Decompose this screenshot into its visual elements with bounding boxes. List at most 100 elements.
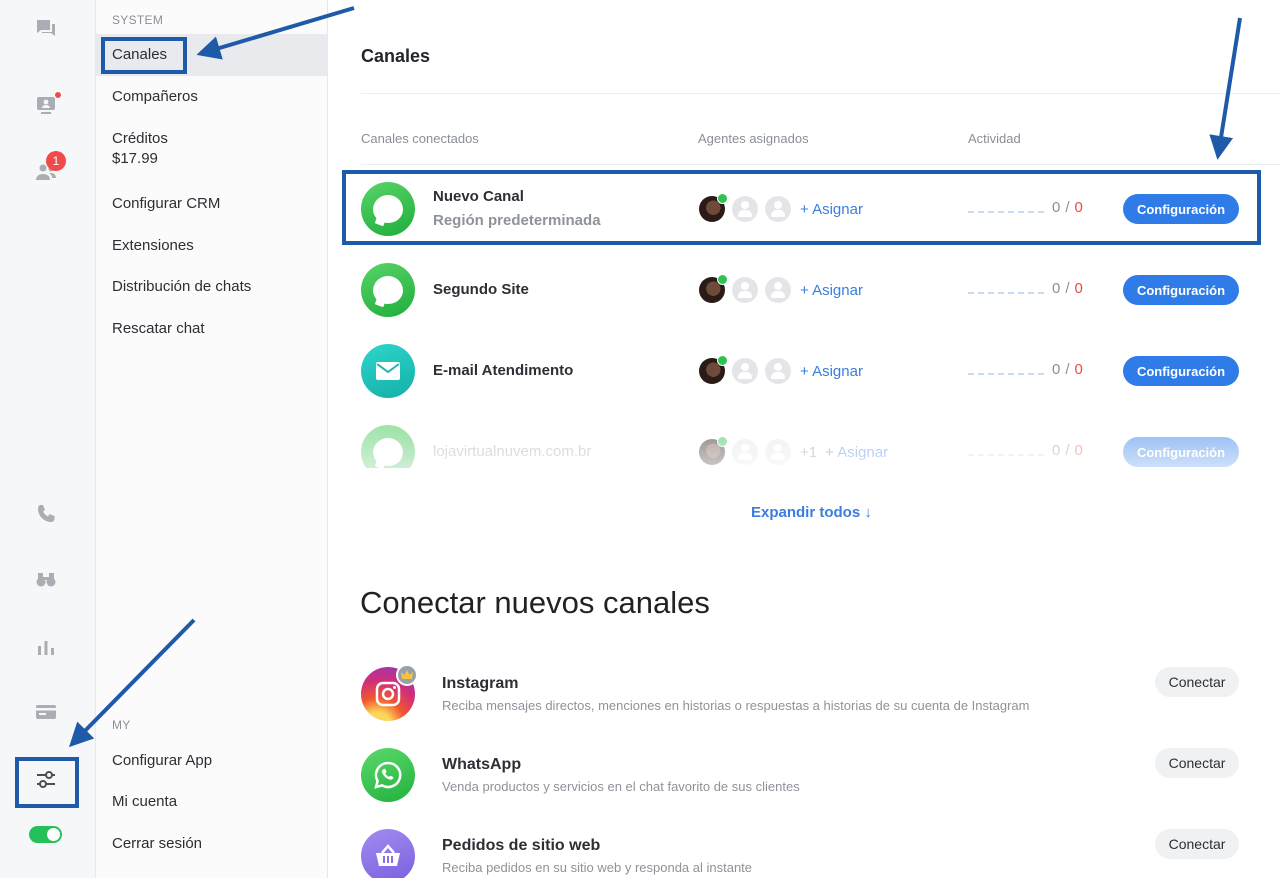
connect-section-title: Conectar nuevos canales — [360, 585, 710, 620]
config-button[interactable]: Configuración — [1123, 356, 1239, 386]
channel-row[interactable]: Segundo Site + Asignar 0 / 0 Configuraci… — [361, 250, 1251, 330]
nav-item-cerrar-sesion[interactable]: Cerrar sesión — [96, 835, 327, 852]
contacts-icon[interactable]: 1 — [32, 151, 66, 186]
connect-name: Instagram — [442, 675, 519, 692]
nav-item-distribucion[interactable]: Distribución de chats — [96, 278, 327, 295]
nav-item-mi-cuenta[interactable]: Mi cuenta — [96, 793, 327, 810]
icon-rail: 1 — [0, 0, 96, 878]
connect-name: WhatsApp — [442, 756, 522, 773]
chats-icon[interactable] — [32, 15, 60, 43]
binoculars-icon[interactable] — [32, 565, 60, 593]
channel-name: E-mail Atendimento — [433, 362, 574, 379]
assigned-agents: + Asignar — [699, 355, 863, 385]
mail-icon — [361, 344, 415, 398]
channel-name: lojavirtualnuvem.com.br — [433, 443, 592, 460]
nav-item-label: Extensiones — [112, 237, 194, 254]
assign-link[interactable]: + Asignar — [800, 363, 863, 380]
phone-icon[interactable] — [32, 500, 60, 528]
online-status-toggle[interactable] — [29, 826, 62, 843]
avatar — [699, 274, 728, 303]
highlight-box — [342, 170, 1261, 245]
chat-bubble-icon — [361, 263, 415, 317]
highlight-box — [15, 757, 79, 808]
empty-avatar-icon — [765, 277, 791, 303]
credits-balance: $17.99 — [112, 150, 158, 167]
empty-avatar-icon — [732, 277, 758, 303]
empty-avatar-icon — [732, 358, 758, 384]
whatsapp-icon — [361, 748, 415, 802]
assign-link[interactable]: + Asignar — [825, 444, 888, 461]
chat-bubble-icon — [361, 425, 415, 468]
activity: 0 / 0 — [968, 361, 1083, 378]
nav-item-label: Distribución de chats — [112, 278, 252, 295]
nav-item-extensiones[interactable]: Extensiones — [96, 237, 327, 254]
activity: 0 / 0 — [968, 442, 1083, 459]
column-header-activity: Actividad — [968, 131, 1021, 146]
nav-item-label: Créditos — [112, 130, 168, 147]
basket-icon — [361, 829, 415, 878]
nav-item-label: Cerrar sesión — [112, 835, 203, 852]
connect-name: Pedidos de sitio web — [442, 837, 601, 854]
visitors-icon[interactable] — [32, 91, 62, 120]
nav-item-label: Configurar CRM — [112, 195, 221, 212]
nav-item-companeros[interactable]: Compañeros — [96, 88, 327, 105]
activity-separator: / — [1065, 280, 1070, 297]
activity-total: 0 — [1074, 280, 1083, 297]
page-title: Canales — [361, 46, 431, 66]
nav-item-label: Compañeros — [112, 88, 198, 105]
crown-icon — [396, 664, 418, 686]
settings-nav: SYSTEM Canales Compañeros Créditos $17.9… — [96, 0, 328, 878]
expand-all-link[interactable]: Expandir todos ↓ — [751, 504, 872, 521]
activity-separator: / — [1065, 442, 1070, 459]
notification-dot — [54, 91, 62, 99]
reports-icon[interactable] — [32, 633, 60, 661]
nav-section-my: MY — [112, 718, 131, 732]
nav-item-configurar-app[interactable]: Configurar App — [96, 752, 327, 769]
assigned-agents: + Asignar — [699, 274, 863, 304]
activity: 0 / 0 — [968, 280, 1083, 297]
connect-button[interactable]: Conectar — [1155, 748, 1239, 778]
nav-section-system: SYSTEM — [112, 13, 164, 27]
activity-count: 0 — [1052, 361, 1061, 378]
activity-sparkline — [968, 284, 1044, 294]
empty-avatar-icon — [732, 439, 758, 465]
highlight-box — [101, 37, 187, 74]
connect-item-whatsapp: WhatsApp Venda productos y servicios en … — [361, 748, 1251, 812]
connect-description: Venda productos y servicios en el chat f… — [442, 779, 800, 794]
activity-count: 0 — [1052, 442, 1061, 459]
divider — [361, 93, 1281, 94]
column-header-agents: Agentes asignados — [698, 131, 809, 146]
activity-total: 0 — [1074, 361, 1083, 378]
billing-icon[interactable] — [32, 698, 60, 726]
extra-agents-count: +1 — [800, 443, 818, 461]
connect-description: Reciba pedidos en su sitio web y respond… — [442, 860, 753, 875]
empty-avatar-icon — [765, 358, 791, 384]
activity-total: 0 — [1074, 442, 1083, 459]
config-button[interactable]: Configuración — [1123, 437, 1239, 467]
connect-description: Reciba mensajes directos, menciones en h… — [442, 698, 1030, 713]
channel-row[interactable]: E-mail Atendimento + Asignar 0 / 0 Confi… — [361, 331, 1251, 411]
empty-avatar-icon — [765, 439, 791, 465]
column-header-connected: Canales conectados — [361, 131, 479, 146]
connect-item-instagram: Instagram Reciba mensajes directos, menc… — [361, 664, 1251, 731]
connect-button[interactable]: Conectar — [1155, 829, 1239, 859]
channel-name: Segundo Site — [433, 281, 529, 298]
contacts-badge: 1 — [46, 151, 66, 171]
main-content: Canales Canales conectados Agentes asign… — [329, 0, 1281, 878]
activity-separator: / — [1065, 361, 1070, 378]
avatar — [699, 355, 728, 384]
nav-item-label: Mi cuenta — [112, 793, 178, 810]
instagram-icon — [361, 664, 418, 721]
nav-item-label: Rescatar chat — [112, 320, 205, 337]
connect-button[interactable]: Conectar — [1155, 667, 1239, 697]
nav-item-rescatar[interactable]: Rescatar chat — [96, 320, 327, 337]
avatar — [699, 436, 728, 465]
nav-item-creditos[interactable]: Créditos $17.99 — [96, 130, 327, 167]
nav-item-configurar-crm[interactable]: Configurar CRM — [96, 195, 327, 212]
assigned-agents: +1 + Asignar — [699, 436, 888, 466]
config-button[interactable]: Configuración — [1123, 275, 1239, 305]
channel-row[interactable]: lojavirtualnuvem.com.br +1 + Asignar 0 /… — [361, 412, 1251, 468]
activity-sparkline — [968, 365, 1044, 375]
assign-link[interactable]: + Asignar — [800, 282, 863, 299]
nav-item-label: Configurar App — [112, 752, 213, 769]
